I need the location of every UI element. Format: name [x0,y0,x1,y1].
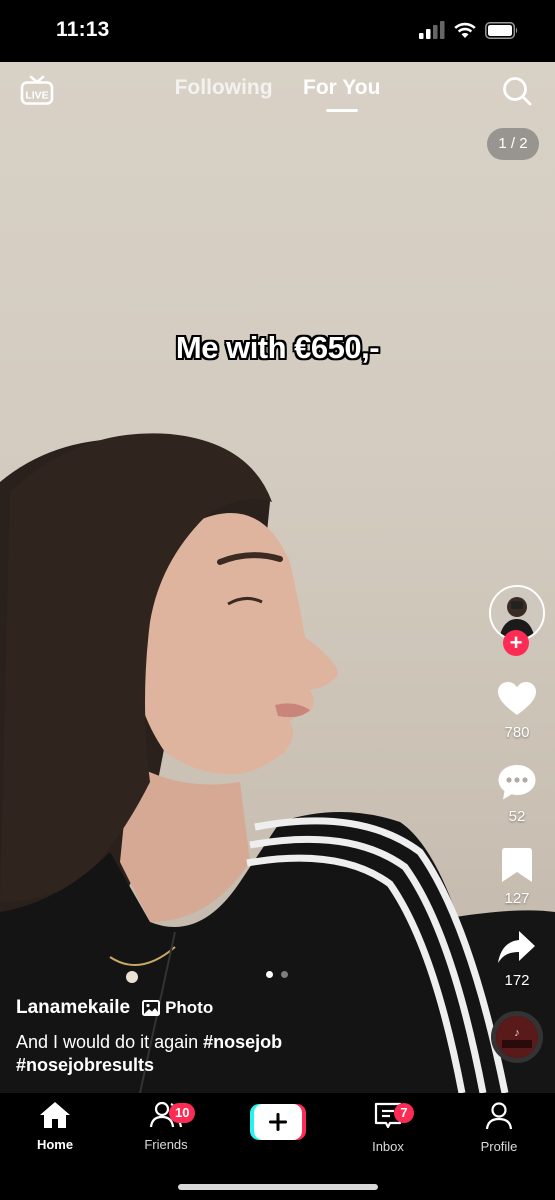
active-tab-indicator [325,109,358,112]
description-text: And I would do it again [16,1032,199,1052]
share-count: 172 [504,972,530,989]
tab-for-you-label: For You [303,76,381,99]
carousel-dots [266,971,288,978]
status-bar: 11:13 [0,0,555,62]
carousel-dot-active [266,971,273,978]
nav-inbox[interactable]: 7 Inbox [343,1101,433,1154]
share-arrow-icon [498,931,535,963]
music-disc-icon: ♪ [491,1011,543,1063]
creator-avatar-group: + [487,585,547,656]
save-count: 127 [504,890,530,907]
svg-text:♪: ♪ [514,1027,520,1039]
create-post-button[interactable] [250,1104,306,1140]
photo-type-tag: Photo [142,998,213,1018]
carousel-dot [281,971,288,978]
comment-count: 52 [508,808,526,825]
hashtag-link[interactable]: #nosejobresults [16,1055,154,1075]
profile-icon [485,1102,513,1130]
photo-scene [0,433,555,1093]
photo-page-counter: 1 / 2 [487,128,539,160]
wifi-icon [454,22,476,38]
share-action[interactable]: 172 [487,929,547,989]
home-icon [40,1102,70,1128]
post-description: And I would do it again #nosejob #nosejo… [16,1031,476,1077]
photo-type-label: Photo [165,998,214,1017]
sound-disc[interactable]: ♪ [487,1011,547,1063]
username-row: Lanamekaile Photo [16,997,476,1019]
feed-tabs: Following For You [0,76,555,112]
tab-following[interactable]: Following [175,76,273,100]
nav-home[interactable]: Home [10,1101,100,1152]
follow-plus-button[interactable]: + [503,630,529,656]
hashtag-link[interactable]: #nosejob [203,1032,282,1052]
like-action[interactable]: 780 [487,681,547,741]
bookmark-icon [502,848,532,882]
inbox-badge: 7 [394,1103,414,1123]
disc-cover-art: ♪ [496,1016,538,1058]
comment-icon [498,765,536,800]
save-action[interactable]: 127 [487,847,547,907]
nav-friends-label: Friends [144,1137,188,1152]
nav-profile[interactable]: Profile [454,1101,544,1154]
post-photo[interactable] [0,62,555,1093]
post-info: Lanamekaile Photo And I would do it agai… [16,997,476,1077]
heart-icon [498,682,536,715]
search-icon[interactable] [501,75,533,107]
nav-inbox-label: Inbox [372,1139,404,1154]
battery-icon [485,21,518,39]
friends-badge: 10 [169,1103,196,1123]
bottom-nav: Home 10 Friends 7 Inbox Profile [0,1093,555,1200]
creator-username[interactable]: Lanamekaile [16,997,130,1019]
tab-for-you[interactable]: For You [303,76,381,112]
photo-icon [142,1000,161,1016]
comment-action[interactable]: 52 [487,763,547,825]
action-rail: + 780 52 127 172 ♪ [487,585,547,1063]
status-time: 11:13 [56,18,110,41]
nav-friends[interactable]: 10 Friends [121,1101,211,1152]
home-indicator [178,1184,378,1190]
nav-home-label: Home [36,1137,74,1152]
nav-profile-label: Profile [480,1139,518,1154]
signal-icon [419,21,445,39]
like-count: 780 [504,724,530,741]
overlay-caption: Me with €650,- [175,330,380,365]
status-icons [419,21,519,39]
